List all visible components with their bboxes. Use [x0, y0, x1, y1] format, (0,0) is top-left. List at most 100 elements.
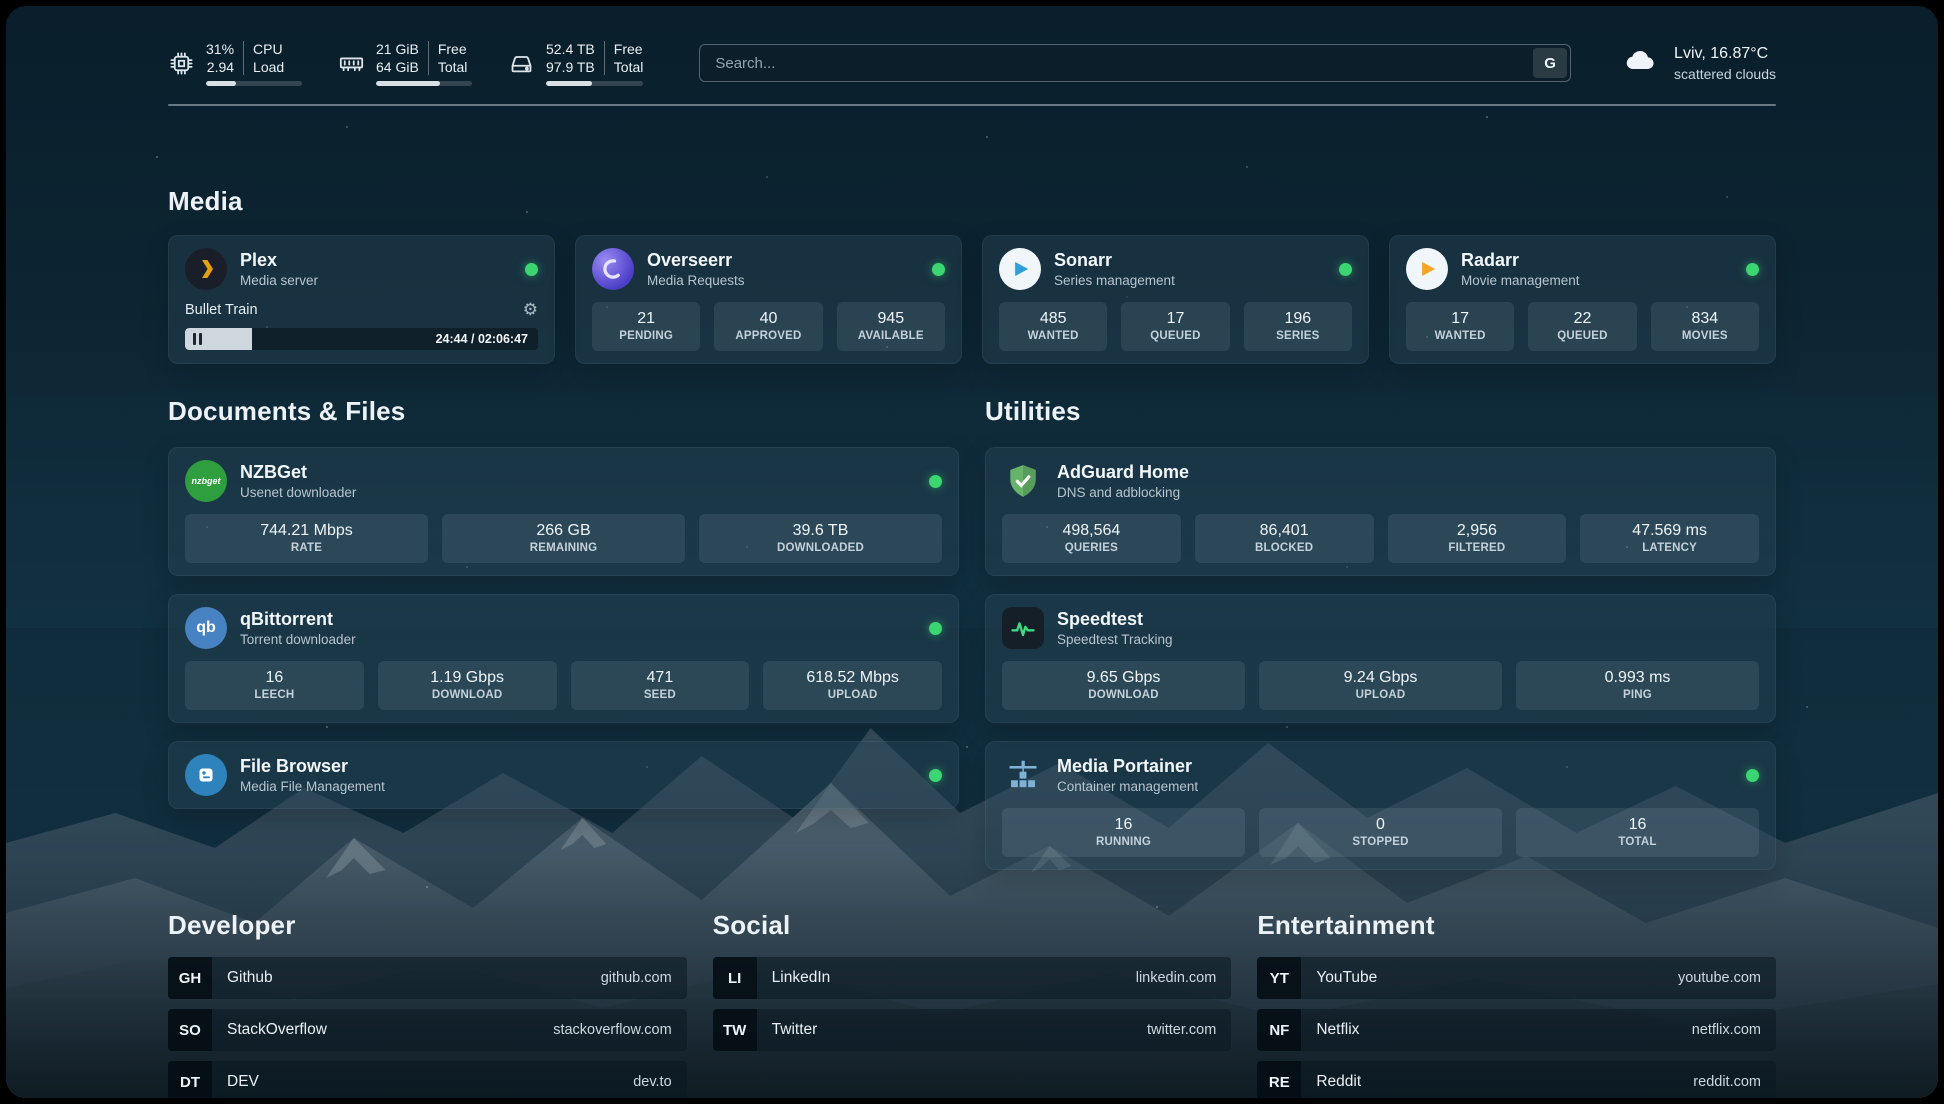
cpu-progress-bar	[206, 81, 302, 86]
service-subtitle: Torrent downloader	[240, 632, 356, 647]
cpu-loadavg: 2.94	[206, 58, 234, 76]
link-url: linkedin.com	[1136, 970, 1217, 986]
link-badge: LI	[713, 957, 757, 999]
stat-upload: 618.52 MbpsUPLOAD	[763, 661, 942, 710]
cpu-label: CPU	[253, 40, 284, 58]
service-name: Sonarr	[1054, 250, 1175, 271]
stat-download: 9.65 GbpsDOWNLOAD	[1002, 661, 1245, 710]
stat-download: 1.19 GbpsDOWNLOAD	[378, 661, 557, 710]
stat-running: 16RUNNING	[1002, 808, 1245, 857]
weather-widget[interactable]: Lviv, 16.87°C scattered clouds	[1619, 45, 1776, 82]
media-card-grid: Plex Media server Bullet Train ⚙ 24:44 /…	[168, 235, 1776, 364]
documents-column: Documents & Files nzbget NZBGet Usenet d…	[168, 396, 959, 870]
service-name: Overseerr	[647, 250, 745, 271]
link-name: LinkedIn	[772, 969, 831, 987]
section-title-developer: Developer	[168, 910, 687, 941]
status-online-dot	[929, 475, 942, 488]
qbittorrent-icon: qb	[185, 607, 227, 649]
stat-downloaded: 39.6 TBDOWNLOADED	[699, 514, 942, 563]
weather-condition: scattered clouds	[1674, 66, 1776, 82]
section-title-entertainment: Entertainment	[1257, 910, 1776, 941]
stat-available: 945AVAILABLE	[837, 302, 945, 351]
stat-filtered: 2,956FILTERED	[1388, 514, 1567, 563]
playback-progress-bar[interactable]: 24:44 / 02:06:47	[185, 328, 538, 350]
app-card-sonarr[interactable]: Sonarr Series management 485WANTED 17QUE…	[982, 235, 1369, 364]
radarr-icon	[1406, 248, 1448, 290]
service-name: NZBGet	[240, 462, 356, 483]
disk-free: 52.4 TB	[546, 40, 595, 58]
cpu-chip-icon	[168, 50, 195, 77]
link-badge: DT	[168, 1061, 212, 1098]
link-url: dev.to	[633, 1074, 671, 1090]
link-youtube[interactable]: YT YouTube youtube.com	[1257, 957, 1776, 999]
dashboard-screen: 31% 2.94 CPU Load	[6, 6, 1938, 1098]
pause-icon[interactable]	[193, 333, 202, 345]
link-stackoverflow[interactable]: SO StackOverflow stackoverflow.com	[168, 1009, 687, 1051]
link-badge: YT	[1257, 957, 1301, 999]
service-subtitle: DNS and adblocking	[1057, 485, 1189, 500]
stat-approved: 40APPROVED	[714, 302, 822, 351]
status-online-dot	[1746, 769, 1759, 782]
divider	[604, 41, 605, 75]
status-online-dot	[1339, 263, 1352, 276]
link-dev-to[interactable]: DT DEV dev.to	[168, 1061, 687, 1098]
memory-progress-bar	[376, 81, 472, 86]
link-name: DEV	[227, 1073, 259, 1091]
link-netflix[interactable]: NF Netflix netflix.com	[1257, 1009, 1776, 1051]
link-linkedin[interactable]: LI LinkedIn linkedin.com	[713, 957, 1232, 999]
speedtest-icon	[1002, 607, 1044, 649]
stat-latency: 47.569 msLATENCY	[1580, 514, 1759, 563]
status-online-dot	[1746, 263, 1759, 276]
link-name: YouTube	[1316, 969, 1377, 987]
link-url: twitter.com	[1147, 1022, 1216, 1038]
search-engine-button[interactable]: G	[1533, 48, 1567, 78]
now-playing-title: Bullet Train	[185, 300, 258, 320]
status-online-dot	[932, 263, 945, 276]
cpu-percent: 31%	[206, 40, 234, 58]
cpu-load-label: Load	[253, 58, 284, 76]
app-card-plex[interactable]: Plex Media server Bullet Train ⚙ 24:44 /…	[168, 235, 555, 364]
service-name: Speedtest	[1057, 609, 1173, 630]
link-twitter[interactable]: TW Twitter twitter.com	[713, 1009, 1232, 1051]
divider	[428, 41, 429, 75]
app-card-portainer[interactable]: Media Portainer Container management 16R…	[985, 741, 1776, 870]
link-badge: SO	[168, 1009, 212, 1051]
stat-movies: 834MOVIES	[1651, 302, 1759, 351]
search-input[interactable]	[699, 44, 1571, 82]
gear-icon[interactable]: ⚙	[523, 300, 538, 320]
stat-pending: 21PENDING	[592, 302, 700, 351]
app-card-qbittorrent[interactable]: qb qBittorrent Torrent downloader 16LEEC…	[168, 594, 959, 723]
service-subtitle: Media Requests	[647, 273, 745, 288]
disk-widget: 52.4 TB 97.9 TB Free Total	[508, 40, 643, 86]
app-card-speedtest[interactable]: Speedtest Speedtest Tracking 9.65 GbpsDO…	[985, 594, 1776, 723]
link-badge: GH	[168, 957, 212, 999]
disk-total-label: Total	[614, 58, 644, 76]
app-card-adguard[interactable]: AdGuard Home DNS and adblocking 498,564Q…	[985, 447, 1776, 576]
app-card-radarr[interactable]: Radarr Movie management 17WANTED 22QUEUE…	[1389, 235, 1776, 364]
link-name: Netflix	[1316, 1021, 1359, 1039]
stat-series: 196SERIES	[1244, 302, 1352, 351]
memory-total: 64 GiB	[376, 58, 419, 76]
stat-ping: 0.993 msPING	[1516, 661, 1759, 710]
links-column-developer: Developer GH Github github.com SO StackO…	[168, 910, 687, 1098]
link-reddit[interactable]: RE Reddit reddit.com	[1257, 1061, 1776, 1098]
link-badge: NF	[1257, 1009, 1301, 1051]
overseerr-icon	[592, 248, 634, 290]
links-column-social: Social LI LinkedIn linkedin.com TW Twitt…	[713, 910, 1232, 1098]
service-subtitle: Series management	[1054, 273, 1175, 288]
topbar-divider	[168, 104, 1776, 106]
link-badge: TW	[713, 1009, 757, 1051]
disk-free-label: Free	[614, 40, 644, 58]
divider	[243, 41, 244, 75]
service-subtitle: Usenet downloader	[240, 485, 356, 500]
link-github[interactable]: GH Github github.com	[168, 957, 687, 999]
service-name: Plex	[240, 250, 318, 271]
disk-total: 97.9 TB	[546, 58, 595, 76]
stat-leech: 16LEECH	[185, 661, 364, 710]
app-card-nzbget[interactable]: nzbget NZBGet Usenet downloader 744.21 M…	[168, 447, 959, 576]
top-bar: 31% 2.94 CPU Load	[168, 36, 1776, 90]
stat-seed: 471SEED	[571, 661, 750, 710]
app-card-overseerr[interactable]: Overseerr Media Requests 21PENDING 40APP…	[575, 235, 962, 364]
stat-queued: 22QUEUED	[1528, 302, 1636, 351]
app-card-filebrowser[interactable]: File Browser Media File Management	[168, 741, 959, 809]
